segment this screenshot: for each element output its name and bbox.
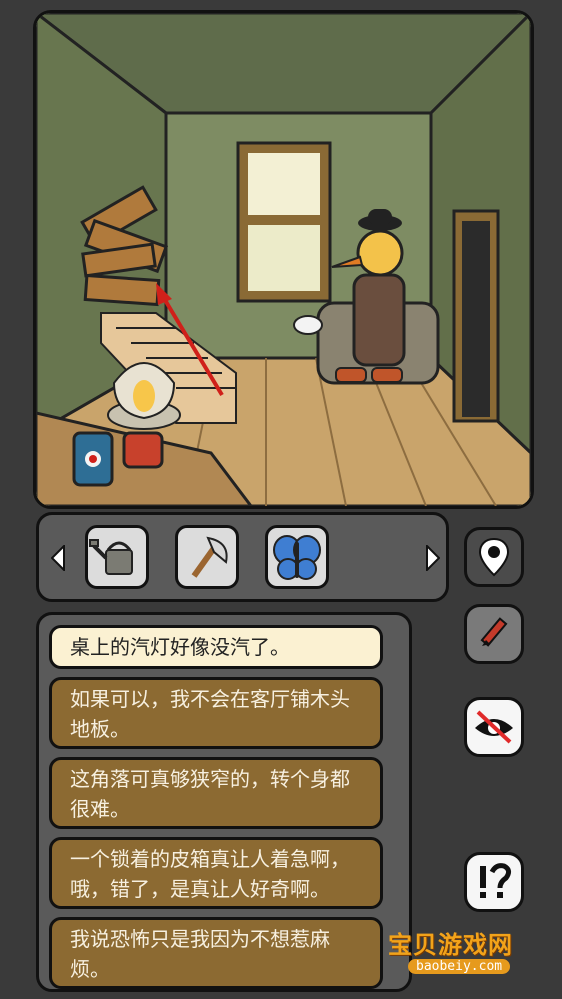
watermark-title: 宝贝游戏网 [388,931,513,959]
inventory-next-button[interactable] [422,539,444,577]
game-scene[interactable] [33,10,534,509]
hide-hints-button[interactable] [464,697,524,757]
inventory-prev-button[interactable] [47,539,69,577]
chevron-left-icon [51,545,65,571]
watermark-url: baobeiy.com [408,959,511,974]
watering-can-icon [89,539,133,575]
hidden-eye-icon [475,710,513,744]
inventory-bar [36,512,449,602]
pencil-icon [480,617,508,647]
dialog-line[interactable]: 我说恐怖只是我因为不想惹麻烦。 [49,917,383,989]
map-pin-button[interactable] [464,527,524,587]
dialog-line[interactable]: 桌上的汽灯好像没汽了。 [49,625,383,669]
map-pin-icon [478,537,510,577]
inventory-slot-axe[interactable] [175,525,239,589]
inventory-slot-butterfly[interactable] [265,525,329,589]
pencil-button[interactable] [464,604,524,664]
dialog-line[interactable]: 如果可以，我不会在客厅铺木头地板。 [49,677,383,749]
hint-icon [480,863,512,898]
watermark: 宝贝游戏网 baobeiy.com [388,925,530,983]
axe-icon [191,536,228,578]
chevron-right-icon [426,545,440,571]
hint-button[interactable] [464,852,524,912]
dialog-panel: 桌上的汽灯好像没汽了。 如果可以，我不会在客厅铺木头地板。 这角落可真够狭窄的，… [36,612,412,992]
dialog-line[interactable]: 一个锁着的皮箱真让人着急啊，哦，错了，是真让人好奇啊。 [49,837,383,909]
dialog-line[interactable]: 这角落可真够狭窄的，转个身都很难。 [49,757,383,829]
inventory-slot-watering-can[interactable] [85,525,149,589]
butterfly-icon [273,535,321,580]
